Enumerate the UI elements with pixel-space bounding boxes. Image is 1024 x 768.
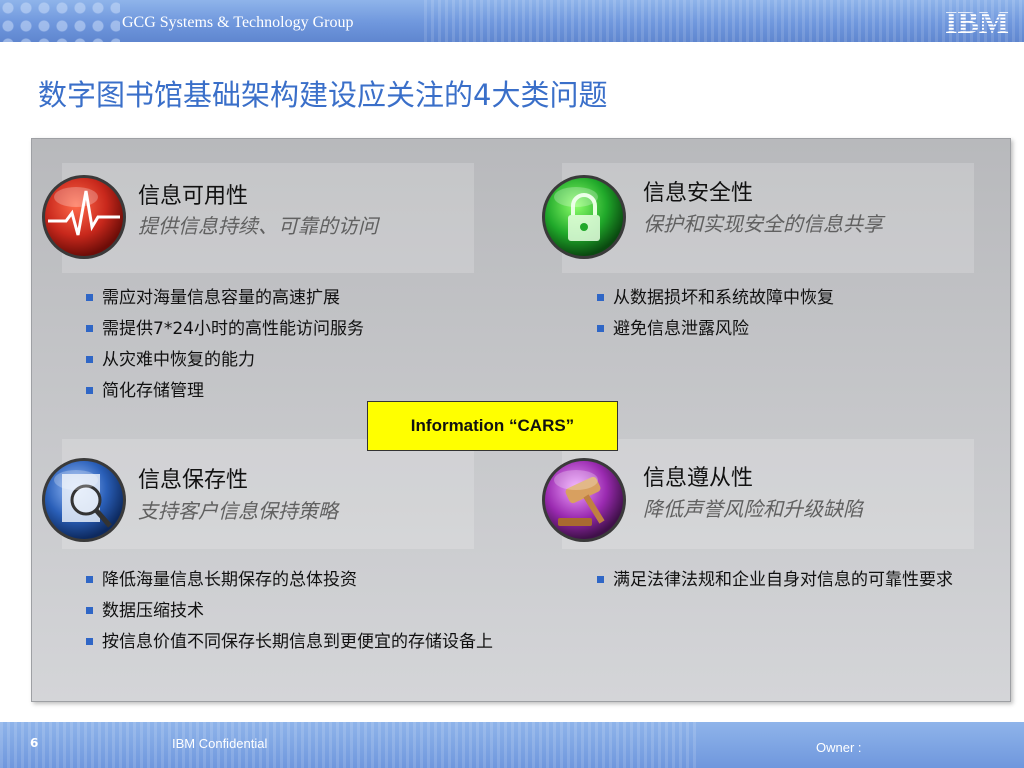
- confidential-label: IBM Confidential: [172, 736, 268, 751]
- list-item: 按信息价值不同保存长期信息到更便宜的存储设备上: [86, 627, 546, 658]
- svg-text:IBM: IBM: [945, 4, 1009, 38]
- list-item: 降低海量信息长期保存的总体投资: [86, 565, 546, 596]
- list-item: 满足法律法规和企业自身对信息的可靠性要求: [597, 565, 977, 596]
- header-stripe-band: [424, 0, 1024, 42]
- quadrant-subtitle-security: 保护和实现安全的信息共享: [643, 212, 883, 236]
- list-item: 数据压缩技术: [86, 596, 546, 627]
- header-bar: GCG Systems & Technology Group IBM: [0, 0, 1024, 42]
- list-item: 需应对海量信息容量的高速扩展: [86, 283, 506, 314]
- page-title: 数字图书馆基础架构建设应关注的4大类问题: [38, 78, 608, 112]
- quadrant-title-retention: 信息保存性: [138, 468, 249, 493]
- gavel-icon: [542, 458, 626, 542]
- magnifier-document-icon: [42, 458, 126, 542]
- group-name: GCG Systems & Technology Group: [122, 14, 354, 31]
- quadrant-title-availability: 信息可用性: [138, 184, 249, 209]
- list-item: 避免信息泄露风险: [597, 314, 997, 345]
- quadrant-title-compliance: 信息遵从性: [643, 466, 754, 491]
- security-bullet-list: 从数据损坏和系统故障中恢复 避免信息泄露风险: [597, 283, 997, 345]
- footer-stripe-band: [0, 722, 700, 768]
- retention-bullet-list: 降低海量信息长期保存的总体投资 数据压缩技术 按信息价值不同保存长期信息到更便宜…: [86, 565, 546, 658]
- page-number: 6: [30, 736, 39, 750]
- list-item: 从数据损坏和系统故障中恢复: [597, 283, 997, 314]
- heartbeat-data-icon: [42, 175, 126, 259]
- quadrant-subtitle-compliance: 降低声誉风险和升级缺陷: [643, 497, 863, 521]
- information-cars-label: Information “CARS”: [367, 401, 618, 451]
- lock-icon: [542, 175, 626, 259]
- compliance-bullet-list: 满足法律法规和企业自身对信息的可靠性要求: [597, 565, 977, 596]
- footer-bar: 6 IBM Confidential Owner :: [0, 722, 1024, 768]
- quadrant-title-security: 信息安全性: [643, 181, 754, 206]
- availability-bullet-list: 需应对海量信息容量的高速扩展 需提供7*24小时的高性能访问服务 从灾难中恢复的…: [86, 283, 506, 407]
- header-dot-pattern: [0, 0, 120, 42]
- list-item: 从灾难中恢复的能力: [86, 345, 506, 376]
- owner-label: Owner :: [816, 740, 862, 755]
- quadrant-subtitle-availability: 提供信息持续、可靠的访问: [138, 214, 378, 238]
- quadrant-subtitle-retention: 支持客户信息保持策略: [138, 499, 338, 523]
- ibm-logo: IBM: [945, 4, 1009, 38]
- list-item: 需提供7*24小时的高性能访问服务: [86, 314, 506, 345]
